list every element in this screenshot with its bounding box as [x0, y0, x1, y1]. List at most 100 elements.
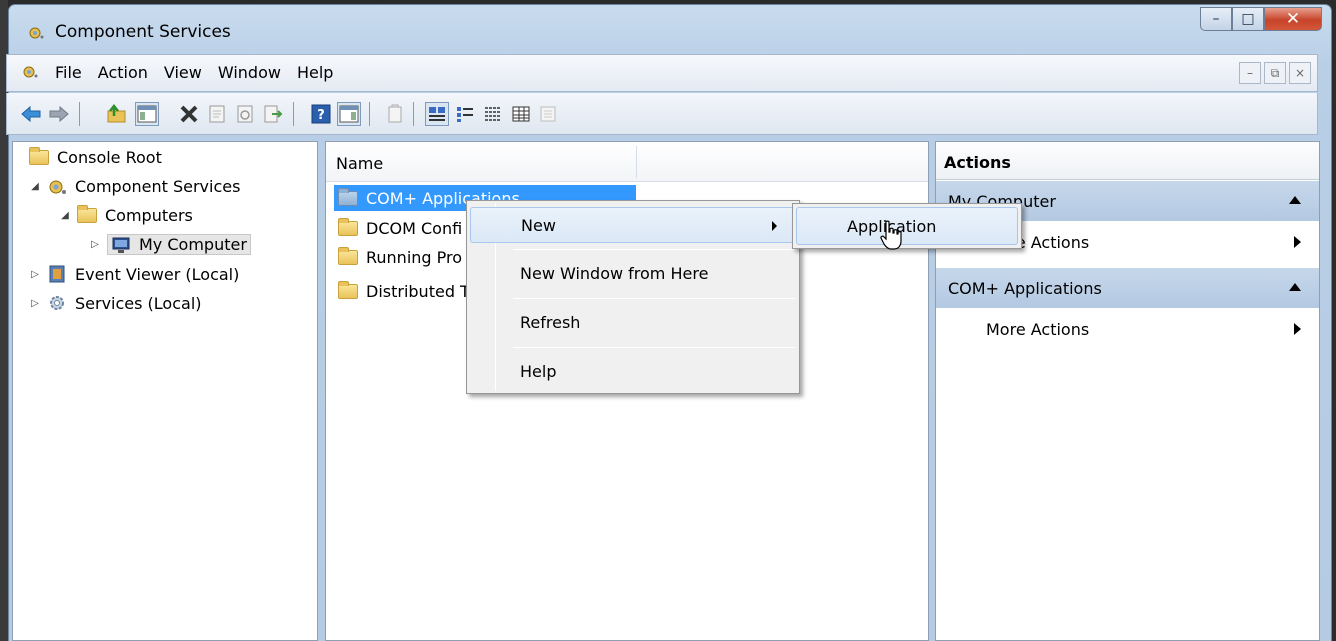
folder-icon	[338, 247, 358, 265]
folder-icon	[338, 187, 358, 206]
column-header-name[interactable]: Name	[336, 154, 383, 173]
tree-label-my-computer: My Computer	[139, 235, 247, 254]
list-item-label: DCOM Confi	[366, 219, 463, 238]
tree-node-event-viewer[interactable]: ▷ Event Viewer (Local)	[29, 264, 239, 284]
tree-node-computers[interactable]: ◢ Computers	[59, 205, 193, 225]
svg-text:?: ?	[317, 108, 325, 123]
folder-icon	[338, 281, 358, 299]
folder-icon	[338, 218, 358, 236]
tree-node-console-root[interactable]: Console Root	[29, 147, 162, 167]
collapse-arrow-icon[interactable]: ◢	[59, 210, 71, 221]
mdi-controls: – ⧉ ×	[1239, 62, 1311, 84]
menu-view[interactable]: View	[156, 63, 210, 82]
expand-arrow-icon[interactable]: ▷	[29, 298, 41, 309]
collapse-arrow-icon[interactable]: ◢	[29, 181, 41, 192]
list-item[interactable]: Distributed T	[334, 281, 470, 301]
show-hide-tree-icon[interactable]	[135, 102, 159, 126]
collapse-section-icon[interactable]	[1289, 283, 1301, 291]
help-icon[interactable]: ?	[309, 102, 333, 126]
context-menu-separator	[513, 298, 795, 299]
configure-icon[interactable]	[537, 102, 561, 126]
toolbar: ?	[6, 93, 1318, 135]
mdi-minimize-button[interactable]: –	[1239, 62, 1261, 84]
toolbar-separator	[413, 102, 414, 126]
list-item[interactable]: DCOM Confi	[334, 218, 463, 238]
context-menu-item-new[interactable]: New	[470, 207, 796, 243]
context-menu-item-new-window[interactable]: New Window from Here	[470, 256, 796, 292]
mdi-close-button[interactable]: ×	[1289, 62, 1311, 84]
menu-window[interactable]: Window	[210, 63, 289, 82]
folder-icon	[77, 205, 97, 223]
tree-label-services: Services (Local)	[75, 293, 202, 313]
properties-icon[interactable]	[205, 102, 229, 126]
minimize-button[interactable]: –	[1200, 7, 1232, 31]
new-window-icon[interactable]	[383, 102, 407, 126]
tree-node-services[interactable]: ▷ Services (Local)	[29, 293, 202, 313]
large-icons-icon[interactable]	[425, 102, 449, 126]
title-bar: Component Services – □ ✕	[9, 5, 1331, 57]
hand-cursor-icon	[880, 220, 902, 250]
context-menu-item-refresh[interactable]: Refresh	[470, 305, 796, 341]
expand-arrow-icon[interactable]: ▷	[29, 269, 41, 280]
submenu-arrow-icon	[1294, 323, 1301, 335]
menu-action[interactable]: Action	[90, 63, 156, 82]
submenu-item-application[interactable]: Application	[796, 207, 1018, 245]
export-list-icon[interactable]	[261, 102, 285, 126]
context-menu-label: New	[521, 216, 556, 235]
small-icons-icon[interactable]	[453, 102, 477, 126]
detail-view-icon[interactable]	[509, 102, 533, 126]
context-menu-label: New Window from Here	[520, 264, 709, 283]
tree-node-my-computer-selection: My Computer	[107, 234, 251, 255]
tree-label-event-viewer: Event Viewer (Local)	[75, 264, 240, 284]
system-menu-icon[interactable]	[21, 65, 39, 79]
context-menu-separator	[513, 347, 795, 348]
list-item-label: Running Pro	[366, 248, 463, 267]
tree-node-component-services[interactable]: ◢ Component Services	[29, 177, 240, 196]
actions-section-com-applications[interactable]: COM+ Applications	[936, 268, 1319, 308]
context-menu: New New Window from Here Refresh Help	[466, 200, 800, 394]
up-folder-icon[interactable]	[105, 102, 129, 126]
refresh-icon[interactable]	[233, 102, 257, 126]
list-header: Name	[326, 142, 928, 182]
computer-icon	[112, 237, 130, 253]
window-controls: – □ ✕	[1200, 7, 1322, 35]
context-menu-separator	[513, 249, 795, 250]
actions-header: Actions	[936, 142, 1319, 180]
list-item[interactable]: Running Pro	[334, 247, 463, 267]
list-view-icon[interactable]	[481, 102, 505, 126]
tree-label-console-root: Console Root	[57, 148, 162, 167]
context-menu-label: Help	[520, 362, 557, 381]
services-gear-icon	[50, 296, 64, 310]
new-submenu: Application	[792, 203, 1022, 249]
toolbar-separator	[369, 102, 370, 126]
list-item-label: Distributed T	[366, 282, 470, 301]
delete-icon[interactable]	[177, 102, 201, 126]
component-services-icon	[29, 27, 44, 39]
submenu-arrow-icon	[772, 221, 777, 231]
menu-file[interactable]: File	[47, 63, 90, 82]
console-tree: Console Root ◢ Component Services ◢ Comp…	[12, 141, 318, 641]
back-icon[interactable]	[19, 102, 43, 126]
maximize-button[interactable]: □	[1232, 7, 1264, 31]
show-hide-action-pane-icon[interactable]	[337, 102, 361, 126]
expand-arrow-icon[interactable]: ▷	[89, 239, 101, 250]
toolbar-separator	[79, 102, 80, 126]
close-icon: ✕	[1285, 8, 1301, 29]
action-more-actions-com[interactable]: More Actions	[936, 309, 1319, 349]
toolbar-separator	[293, 102, 294, 126]
actions-section-label: COM+ Applications	[948, 279, 1102, 298]
event-viewer-icon	[49, 265, 65, 283]
tree-label-component-services: Component Services	[75, 177, 241, 196]
tree-node-my-computer[interactable]: ▷ My Computer	[89, 234, 251, 255]
context-menu-label: Refresh	[520, 313, 581, 332]
menu-bar: File Action View Window Help – ⧉ ×	[6, 54, 1318, 92]
column-divider[interactable]	[636, 146, 637, 178]
context-menu-item-help[interactable]: Help	[470, 354, 796, 390]
collapse-section-icon[interactable]	[1289, 196, 1301, 204]
forward-icon[interactable]	[47, 102, 71, 126]
menu-help[interactable]: Help	[289, 63, 341, 82]
mdi-restore-button[interactable]: ⧉	[1264, 62, 1286, 84]
window-title: Component Services	[55, 22, 231, 42]
close-button[interactable]: ✕	[1264, 7, 1322, 31]
action-label: More Actions	[986, 320, 1090, 339]
